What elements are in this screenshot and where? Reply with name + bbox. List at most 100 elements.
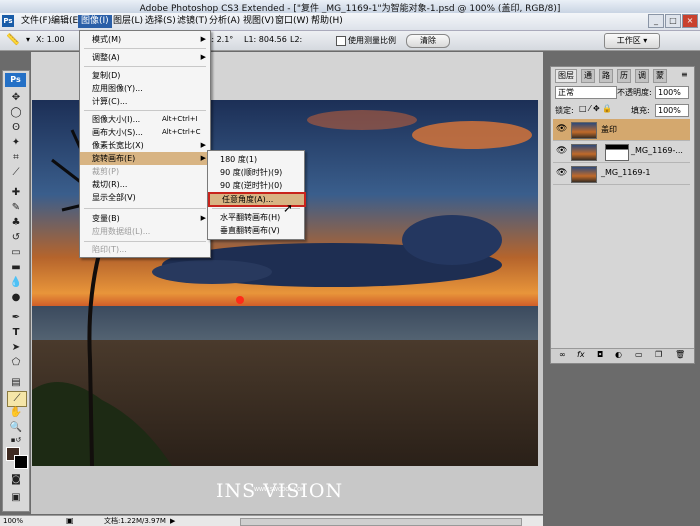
submenu-item-90cw[interactable]: 90 度(顺时针)(9) (208, 166, 304, 179)
blend-mode-select[interactable]: 正常 (555, 86, 617, 99)
reset-colors-icon[interactable]: ▪↺ (7, 433, 25, 447)
trash-icon[interactable]: 🗑 (675, 350, 685, 359)
layers-panel-footer: ∞ fx ◘ ◐ ▭ ❐ 🗑 (551, 348, 694, 363)
measure-x: X: 1.00 (36, 35, 65, 44)
tab-paths[interactable]: 路 (599, 69, 613, 83)
workspace-dropdown[interactable]: 工作区 ▾ (604, 33, 660, 49)
marquee-tool-icon[interactable]: ◯ (7, 106, 25, 120)
clone-stamp-icon[interactable]: ♣ (7, 216, 25, 230)
menu-window[interactable]: 窗口(W) (272, 15, 312, 28)
screen-mode-icon[interactable]: ▣ (7, 491, 25, 505)
healing-brush-icon[interactable]: ✚ (7, 186, 25, 200)
chevron-down-icon[interactable]: ▾ (26, 35, 30, 44)
shape-tool-icon[interactable]: ⬠ (7, 356, 25, 370)
layers-panel: 图层 通 路 历 调 蒙 ≡ 正常 不透明度: 100% 锁定: □ ⁄ ✥ 🔒… (550, 66, 695, 364)
lock-label: 锁定: (555, 106, 574, 115)
blur-tool-icon[interactable]: 💧 (7, 276, 25, 290)
menu-image[interactable]: 图像(I) (78, 15, 112, 28)
title-bar: Adobe Photoshop CS3 Extended - ["复件 _MG_… (0, 0, 700, 14)
menu-item-pixel-aspect[interactable]: 像素长宽比(X) ▶ (80, 139, 210, 152)
menu-item-apply-image[interactable]: 应用图像(Y)... (80, 82, 210, 95)
visibility-eye-icon[interactable]: 👁 (556, 124, 567, 134)
adjustment-icon[interactable]: ◐ (615, 350, 622, 359)
fx-icon[interactable]: fx (577, 350, 585, 359)
submenu-item-flip-vertical[interactable]: 垂直翻转画布(V) (208, 224, 304, 237)
measure-l2: L2: (290, 35, 303, 44)
menu-layer[interactable]: 图层(L) (110, 15, 146, 28)
menu-item-mode[interactable]: 模式(M) ▶ (80, 33, 210, 46)
mouse-cursor-icon: ➚ (283, 201, 294, 215)
submenu-item-90ccw[interactable]: 90 度(逆时针)(0) (208, 179, 304, 192)
crop-tool-icon[interactable]: ⌗ (7, 151, 25, 165)
measure-scale-label: 使用测量比例 (348, 36, 396, 45)
maximize-button[interactable]: □ (665, 14, 681, 28)
new-layer-icon[interactable]: ❐ (655, 350, 662, 359)
close-button[interactable]: × (682, 14, 698, 28)
panel-menu-icon[interactable]: ≡ (681, 70, 688, 79)
layer-row[interactable]: 👁 盖印 (553, 119, 690, 141)
layer-name: _MG_1169-1 (601, 168, 651, 177)
menu-item-adjust[interactable]: 调整(A) ▶ (80, 51, 210, 64)
dodge-tool-icon[interactable]: ● (7, 291, 25, 305)
layer-mask-thumbnail (605, 144, 629, 161)
history-brush-icon[interactable]: ↺ (7, 231, 25, 245)
eyedropper-icon[interactable]: ⟋ (7, 166, 25, 180)
ruler-tool-icon[interactable]: ⟋ (7, 391, 27, 407)
clear-button[interactable]: 清除 (406, 34, 450, 48)
quick-mask-icon[interactable]: ◙ (7, 473, 25, 487)
menu-item-canvas-size[interactable]: 画布大小(S)... Alt+Ctrl+C (80, 126, 210, 139)
measure-scale-checkbox[interactable] (336, 36, 346, 46)
lasso-tool-icon[interactable]: ʘ (7, 121, 25, 135)
tab-masks[interactable]: 蒙 (653, 69, 667, 83)
link-icon[interactable]: ∞ (559, 350, 566, 359)
layer-row[interactable]: 👁 _MG_1169-1 (553, 163, 690, 185)
app-logo: Ps (2, 15, 14, 27)
magic-wand-icon[interactable]: ✦ (7, 136, 25, 150)
menu-item-image-size[interactable]: 图像大小(I)... Alt+Ctrl+I (80, 113, 210, 126)
watermark-url: WWW.SWCOOL.COM (254, 487, 306, 493)
menu-item-crop[interactable]: 裁剪(P) (80, 165, 210, 178)
submenu-item-180[interactable]: 180 度(1) (208, 153, 304, 166)
opacity-input[interactable]: 100% (655, 86, 689, 99)
notes-tool-icon[interactable]: ▤ (7, 376, 25, 390)
visibility-eye-icon[interactable]: 👁 (556, 168, 567, 178)
tab-history[interactable]: 历 (617, 69, 631, 83)
menu-item-duplicate[interactable]: 复制(D) (80, 69, 210, 82)
brush-tool-icon[interactable]: ✎ (7, 201, 25, 215)
menu-bar: Ps 文件(F) 编辑(E) 图像(I) 图层(L) 选择(S) 滤镜(T) 分… (0, 13, 700, 31)
rotate-canvas-submenu: 180 度(1) 90 度(顺时针)(9) 90 度(逆时针)(0) 任意角度(… (207, 150, 306, 240)
image-menu: 模式(M) ▶ 调整(A) ▶ 复制(D) 应用图像(Y)... 计算(C)... … (79, 30, 211, 258)
menu-item-trap[interactable]: 陷印(T)... (80, 243, 210, 256)
pen-tool-icon[interactable]: ✒ (7, 311, 25, 325)
move-tool-icon[interactable]: ✥ (7, 91, 25, 105)
menu-item-apply-data-set[interactable]: 应用数据组(L)... (80, 225, 210, 238)
measure-l1: L1: 804.56 (244, 35, 287, 44)
tab-channels[interactable]: 通 (581, 69, 595, 83)
visibility-eye-icon[interactable]: 👁 (556, 146, 567, 156)
fill-input[interactable]: 100% (655, 104, 689, 117)
group-icon[interactable]: ▭ (635, 350, 643, 359)
path-select-icon[interactable]: ➤ (7, 341, 25, 355)
menu-help[interactable]: 帮助(H) (308, 15, 346, 28)
mask-icon[interactable]: ◘ (597, 350, 603, 359)
menu-item-reveal-all[interactable]: 显示全部(V) (80, 191, 210, 204)
layer-row[interactable]: 👁 _MG_1169-... (553, 141, 690, 163)
menu-item-trim[interactable]: 裁切(R)... (80, 178, 210, 191)
hand-tool-icon[interactable]: ✋ (7, 406, 25, 420)
menu-analysis[interactable]: 分析(A) (206, 15, 243, 28)
ruler-icon[interactable]: 📏 (6, 33, 20, 46)
type-tool-icon[interactable]: T (7, 326, 25, 340)
layer-name: 盖印 (601, 125, 617, 134)
gradient-tool-icon[interactable]: ▬ (7, 261, 25, 275)
minimize-button[interactable]: _ (648, 14, 664, 28)
layer-thumbnail (571, 166, 597, 183)
lock-icons[interactable]: □ ⁄ ✥ 🔒 (579, 104, 612, 113)
toolbox: Ps ✥ ◯ ʘ ✦ ⌗ ⟋ ✚ ✎ ♣ ↺ ▭ ▬ 💧 ● ✒ T ➤ ⬠ ▤… (2, 70, 30, 512)
background-color-swatch[interactable] (14, 455, 28, 469)
menu-item-rotate-canvas[interactable]: 旋转画布(E) ▶ (80, 152, 210, 165)
menu-item-calculations[interactable]: 计算(C)... (80, 95, 210, 108)
tab-layers[interactable]: 图层 (555, 69, 577, 83)
eraser-icon[interactable]: ▭ (7, 246, 25, 260)
menu-item-variables[interactable]: 变量(B) ▶ (80, 212, 210, 225)
tab-adjustments[interactable]: 调 (635, 69, 649, 83)
